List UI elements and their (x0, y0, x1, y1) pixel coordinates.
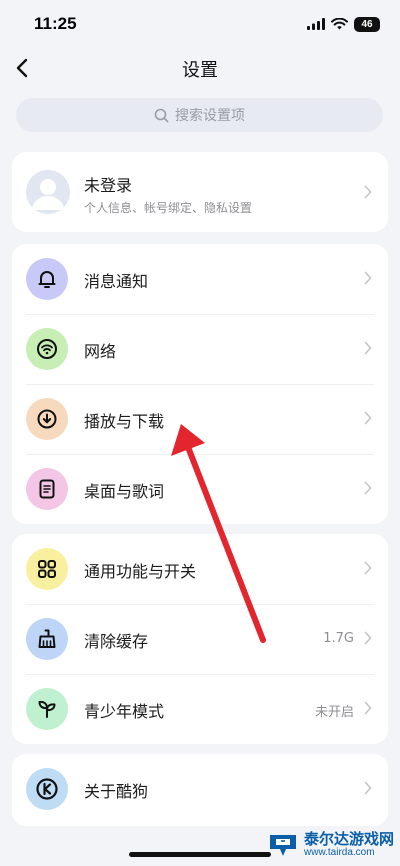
profile-subtitle: 个人信息、帐号绑定、隐私设置 (84, 201, 253, 215)
wifi-icon (26, 328, 68, 370)
watermark-url: www.tairda.com (304, 846, 375, 858)
chevron-right-icon (364, 701, 372, 715)
settings-item-desktop-lyrics[interactable]: 桌面与歌词 (12, 454, 388, 524)
settings-item-label: 通用功能与开关 (84, 562, 197, 581)
search-icon (154, 108, 169, 122)
watermark: 泰尔达游戏网 www.tairda.com (266, 826, 394, 864)
chevron-right-icon (364, 561, 372, 575)
broom-icon (26, 618, 68, 660)
settings-item-label: 消息通知 (84, 272, 149, 291)
profile-row[interactable]: 未登录 个人信息、帐号绑定、隐私设置 (12, 152, 388, 232)
avatar (26, 170, 70, 214)
chevron-right-icon (364, 341, 372, 355)
settings-item-label: 关于酷狗 (84, 782, 149, 801)
cache-size-value: 1.7G (323, 631, 354, 646)
battery-indicator: 46 (354, 16, 380, 32)
page-title: 设置 (182, 60, 218, 81)
search-input[interactable]: 搜索设置项 (16, 98, 383, 132)
chevron-right-icon (364, 271, 372, 285)
sprout-icon (26, 688, 68, 730)
settings-item-general[interactable]: 通用功能与开关 (12, 534, 388, 604)
settings-item-label: 清除缓存 (84, 632, 149, 651)
nav-bar: 设置 (0, 48, 400, 88)
settings-item-label: 青少年模式 (84, 702, 165, 721)
status-time: 11:25 (34, 14, 77, 33)
grid-icon (26, 548, 68, 590)
lyrics-icon (26, 468, 68, 510)
home-indicator[interactable] (129, 852, 271, 857)
status-bar: 11:25 46 (0, 0, 400, 50)
settings-item-about[interactable]: 关于酷狗 (12, 754, 388, 824)
search-placeholder: 搜索设置项 (175, 108, 245, 124)
bell-icon (26, 258, 68, 300)
settings-group-3: 关于酷狗 (12, 754, 388, 826)
settings-item-notifications[interactable]: 消息通知 (12, 244, 388, 314)
settings-group-2: 通用功能与开关 清除缓存 1.7G 青少年模式 未开启 (12, 534, 388, 744)
settings-group-1: 消息通知 网络 播放与下载 桌面与歌词 (12, 244, 388, 524)
teen-mode-status: 未开启 (314, 705, 354, 720)
wifi-status-icon (331, 18, 348, 30)
signal-icon (307, 18, 325, 30)
watermark-logo-icon (270, 835, 296, 856)
chevron-right-icon (364, 781, 372, 795)
watermark-title: 泰尔达游戏网 (304, 829, 395, 848)
chevron-right-icon (364, 631, 372, 645)
status-indicators: 46 (307, 16, 380, 32)
profile-card: 未登录 个人信息、帐号绑定、隐私设置 (12, 152, 388, 232)
settings-item-label: 播放与下载 (84, 412, 165, 431)
kugou-logo-icon (26, 768, 68, 810)
settings-item-label: 网络 (84, 342, 117, 361)
settings-item-playback-download[interactable]: 播放与下载 (12, 384, 388, 454)
settings-item-network[interactable]: 网络 (12, 314, 388, 384)
profile-name: 未登录 (84, 176, 133, 195)
settings-item-clear-cache[interactable]: 清除缓存 1.7G (12, 604, 388, 674)
settings-item-teen-mode[interactable]: 青少年模式 未开启 (12, 674, 388, 744)
chevron-right-icon (364, 185, 372, 199)
settings-item-label: 桌面与歌词 (84, 482, 165, 501)
default-avatar-icon (26, 170, 70, 214)
chevron-right-icon (364, 411, 372, 425)
chevron-right-icon (364, 481, 372, 495)
download-icon (26, 398, 68, 440)
